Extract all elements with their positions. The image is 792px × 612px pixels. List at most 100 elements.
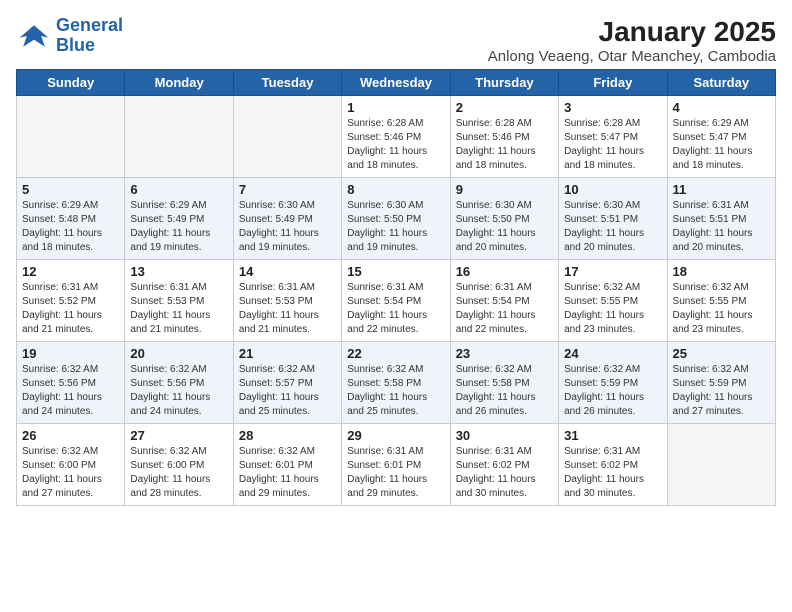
day-number: 15 — [347, 264, 444, 279]
day-number: 25 — [673, 346, 770, 361]
calendar-cell: 1 Sunrise: 6:28 AM Sunset: 5:46 PM Daylig… — [342, 96, 450, 178]
day-info: Sunrise: 6:32 AM Sunset: 5:55 PM Dayligh… — [673, 281, 770, 337]
calendar-cell: 16 Sunrise: 6:31 AM Sunset: 5:54 PM Dayli… — [450, 260, 558, 342]
day-number: 9 — [456, 182, 553, 197]
title-block: January 2025 Anlong Veaeng, Otar Meanche… — [488, 16, 776, 65]
logo-icon — [16, 18, 52, 54]
day-number: 22 — [347, 346, 444, 361]
calendar-cell: 26 Sunrise: 6:32 AM Sunset: 6:00 PM Dayli… — [17, 424, 125, 506]
day-info: Sunrise: 6:28 AM Sunset: 5:46 PM Dayligh… — [456, 117, 553, 173]
day-number: 2 — [456, 100, 553, 115]
day-info: Sunrise: 6:32 AM Sunset: 5:55 PM Dayligh… — [564, 281, 661, 337]
day-number: 16 — [456, 264, 553, 279]
weekday-header-tuesday: Tuesday — [233, 70, 341, 96]
day-info: Sunrise: 6:31 AM Sunset: 6:02 PM Dayligh… — [456, 445, 553, 501]
day-number: 10 — [564, 182, 661, 197]
calendar-cell — [233, 96, 341, 178]
day-info: Sunrise: 6:32 AM Sunset: 5:58 PM Dayligh… — [456, 363, 553, 419]
day-info: Sunrise: 6:32 AM Sunset: 6:01 PM Dayligh… — [239, 445, 336, 501]
calendar-cell: 22 Sunrise: 6:32 AM Sunset: 5:58 PM Dayli… — [342, 342, 450, 424]
calendar-cell: 13Sunrise: 6:31 AM Sunset: 5:53 PM Dayli… — [125, 260, 233, 342]
calendar-cell: 31 Sunrise: 6:31 AM Sunset: 6:02 PM Dayli… — [559, 424, 667, 506]
calendar-cell: 29Sunrise: 6:31 AM Sunset: 6:01 PM Dayli… — [342, 424, 450, 506]
logo-text: General Blue — [56, 16, 123, 56]
day-info: Sunrise: 6:28 AM Sunset: 5:46 PM Dayligh… — [347, 117, 444, 173]
day-number: 11 — [673, 182, 770, 197]
calendar-cell: 3 Sunrise: 6:28 AM Sunset: 5:47 PM Daylig… — [559, 96, 667, 178]
calendar-subtitle: Anlong Veaeng, Otar Meanchey, Cambodia — [488, 48, 776, 65]
calendar-cell: 30Sunrise: 6:31 AM Sunset: 6:02 PM Dayli… — [450, 424, 558, 506]
calendar-week-row: 19 Sunrise: 6:32 AM Sunset: 5:56 PM Dayli… — [17, 342, 776, 424]
calendar-week-row: 26 Sunrise: 6:32 AM Sunset: 6:00 PM Dayli… — [17, 424, 776, 506]
day-number: 3 — [564, 100, 661, 115]
calendar-week-row: 12 Sunrise: 6:31 AM Sunset: 5:52 PM Dayli… — [17, 260, 776, 342]
day-number: 5 — [22, 182, 119, 197]
day-info: Sunrise: 6:29 AM Sunset: 5:47 PM Dayligh… — [673, 117, 770, 173]
day-info: Sunrise: 6:32 AM Sunset: 6:00 PM Dayligh… — [22, 445, 119, 501]
day-number: 6 — [130, 182, 227, 197]
calendar-cell: 10 Sunrise: 6:30 AM Sunset: 5:51 PM Dayli… — [559, 178, 667, 260]
weekday-header-monday: Monday — [125, 70, 233, 96]
calendar-cell: 5 Sunrise: 6:29 AM Sunset: 5:48 PM Daylig… — [17, 178, 125, 260]
calendar-cell: 14 Sunrise: 6:31 AM Sunset: 5:53 PM Dayli… — [233, 260, 341, 342]
day-number: 28 — [239, 428, 336, 443]
calendar-cell: 17 Sunrise: 6:32 AM Sunset: 5:55 PM Dayli… — [559, 260, 667, 342]
day-number: 17 — [564, 264, 661, 279]
day-number: 7 — [239, 182, 336, 197]
day-info: Sunrise: 6:31 AM Sunset: 5:53 PM Dayligh… — [130, 281, 227, 337]
weekday-header-thursday: Thursday — [450, 70, 558, 96]
day-number: 18 — [673, 264, 770, 279]
weekday-header-friday: Friday — [559, 70, 667, 96]
logo-line1: General — [56, 15, 123, 35]
day-info: Sunrise: 6:31 AM Sunset: 6:02 PM Dayligh… — [564, 445, 661, 501]
logo: General Blue — [16, 16, 123, 56]
calendar-cell: 28 Sunrise: 6:32 AM Sunset: 6:01 PM Dayli… — [233, 424, 341, 506]
day-number: 12 — [22, 264, 119, 279]
day-info: Sunrise: 6:28 AM Sunset: 5:47 PM Dayligh… — [564, 117, 661, 173]
calendar-cell: 7 Sunrise: 6:30 AM Sunset: 5:49 PM Daylig… — [233, 178, 341, 260]
calendar-title: January 2025 — [488, 16, 776, 48]
day-number: 23 — [456, 346, 553, 361]
calendar-cell: 4 Sunrise: 6:29 AM Sunset: 5:47 PM Daylig… — [667, 96, 775, 178]
weekday-header-row: SundayMondayTuesdayWednesdayThursdayFrid… — [17, 70, 776, 96]
calendar-cell: 9 Sunrise: 6:30 AM Sunset: 5:50 PM Daylig… — [450, 178, 558, 260]
calendar-cell: 19Sunrise: 6:32 AM Sunset: 5:56 PM Dayli… — [17, 342, 125, 424]
day-info: Sunrise: 6:30 AM Sunset: 5:50 PM Dayligh… — [456, 199, 553, 255]
calendar-cell: 11Sunrise: 6:31 AM Sunset: 5:51 PM Dayli… — [667, 178, 775, 260]
day-info: Sunrise: 6:31 AM Sunset: 5:53 PM Dayligh… — [239, 281, 336, 337]
day-number: 31 — [564, 428, 661, 443]
day-number: 21 — [239, 346, 336, 361]
logo-line2: Blue — [56, 35, 95, 55]
day-info: Sunrise: 6:31 AM Sunset: 5:54 PM Dayligh… — [347, 281, 444, 337]
day-number: 19 — [22, 346, 119, 361]
calendar-cell: 21 Sunrise: 6:32 AM Sunset: 5:57 PM Dayli… — [233, 342, 341, 424]
calendar-cell — [125, 96, 233, 178]
day-info: Sunrise: 6:32 AM Sunset: 5:56 PM Dayligh… — [130, 363, 227, 419]
day-number: 8 — [347, 182, 444, 197]
day-number: 20 — [130, 346, 227, 361]
day-number: 4 — [673, 100, 770, 115]
calendar-cell: 12 Sunrise: 6:31 AM Sunset: 5:52 PM Dayli… — [17, 260, 125, 342]
day-info: Sunrise: 6:30 AM Sunset: 5:49 PM Dayligh… — [239, 199, 336, 255]
calendar-cell: 8 Sunrise: 6:30 AM Sunset: 5:50 PM Daylig… — [342, 178, 450, 260]
calendar-cell: 15 Sunrise: 6:31 AM Sunset: 5:54 PM Dayli… — [342, 260, 450, 342]
calendar-table: SundayMondayTuesdayWednesdayThursdayFrid… — [16, 69, 776, 506]
calendar-cell — [667, 424, 775, 506]
day-info: Sunrise: 6:32 AM Sunset: 5:57 PM Dayligh… — [239, 363, 336, 419]
calendar-cell: 20 Sunrise: 6:32 AM Sunset: 5:56 PM Dayli… — [125, 342, 233, 424]
day-number: 1 — [347, 100, 444, 115]
day-info: Sunrise: 6:31 AM Sunset: 5:52 PM Dayligh… — [22, 281, 119, 337]
day-number: 26 — [22, 428, 119, 443]
day-info: Sunrise: 6:32 AM Sunset: 5:58 PM Dayligh… — [347, 363, 444, 419]
day-info: Sunrise: 6:29 AM Sunset: 5:48 PM Dayligh… — [22, 199, 119, 255]
page-header: General Blue January 2025 Anlong Veaeng,… — [16, 16, 776, 65]
weekday-header-sunday: Sunday — [17, 70, 125, 96]
day-info: Sunrise: 6:30 AM Sunset: 5:51 PM Dayligh… — [564, 199, 661, 255]
calendar-cell: 25Sunrise: 6:32 AM Sunset: 5:59 PM Dayli… — [667, 342, 775, 424]
day-number: 24 — [564, 346, 661, 361]
day-info: Sunrise: 6:30 AM Sunset: 5:50 PM Dayligh… — [347, 199, 444, 255]
calendar-week-row: 5 Sunrise: 6:29 AM Sunset: 5:48 PM Daylig… — [17, 178, 776, 260]
day-number: 27 — [130, 428, 227, 443]
day-number: 14 — [239, 264, 336, 279]
day-info: Sunrise: 6:31 AM Sunset: 5:54 PM Dayligh… — [456, 281, 553, 337]
